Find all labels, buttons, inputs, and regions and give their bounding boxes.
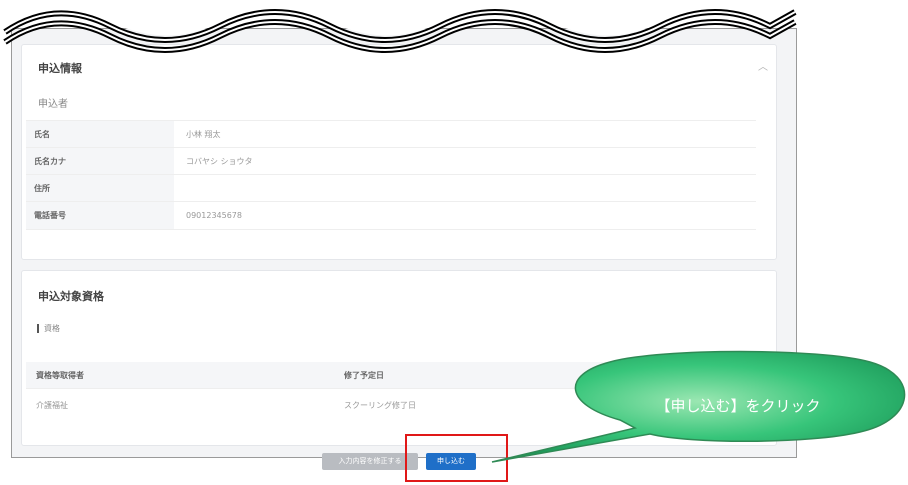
callout-text: 【申し込む】をクリック <box>655 397 821 415</box>
